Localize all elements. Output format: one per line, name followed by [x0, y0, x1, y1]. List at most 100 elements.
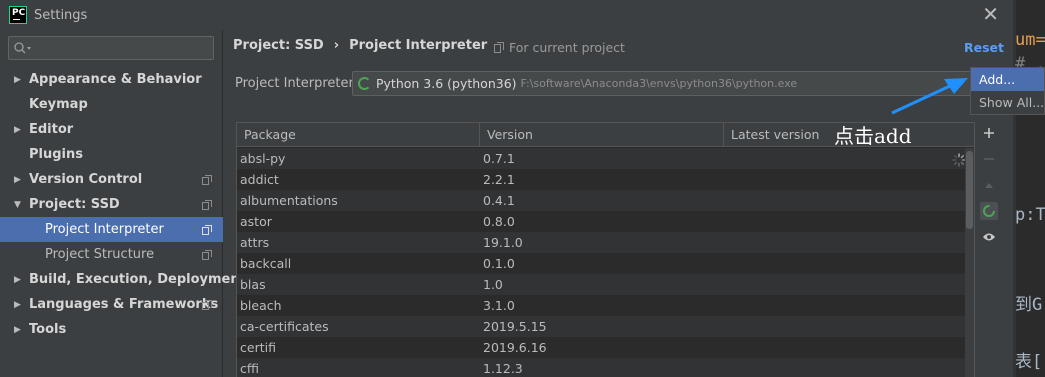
project-scope-icon [202, 175, 212, 185]
cell-package: addict [240, 172, 279, 187]
sidebar-item-appearance-behavior[interactable]: ▶ Appearance & Behavior [0, 67, 223, 92]
triangle-up-icon[interactable] [980, 176, 998, 194]
table-row[interactable]: ca-certificates 2019.5.15 [237, 316, 966, 337]
sidebar-item-label: Version Control [29, 172, 143, 187]
scrollbar-thumb[interactable] [966, 151, 973, 229]
background-editor: um= # . p:T 到G 表[: [1013, 0, 1045, 377]
table-row[interactable]: attrs 19.1.0 [237, 232, 966, 253]
vertical-scrollbar[interactable] [965, 148, 974, 377]
chevron-right-icon[interactable]: ▶ [14, 325, 21, 335]
cell-package: certifi [240, 340, 276, 355]
sidebar-item-version-control[interactable]: ▶ Version Control [0, 167, 223, 192]
interpreter-name: Python 3.6 (python36) [376, 76, 517, 91]
settings-nav: ▶ Appearance & Behavior Keymap ▶ Editor Plugi… [0, 67, 246, 342]
chevron-right-icon[interactable]: ▶ [14, 275, 21, 285]
cell-package: blas [240, 277, 266, 292]
minus-icon[interactable] [980, 150, 998, 168]
copy-icon [494, 42, 504, 53]
for-current-project: For current project [494, 40, 625, 55]
sidebar-item-label: Languages & Frameworks [29, 297, 219, 312]
chevron-right-icon[interactable]: ▶ [14, 175, 21, 185]
cell-package: albumentations [240, 193, 338, 208]
breadcrumb-page: Project Interpreter [349, 38, 488, 53]
table-row[interactable]: albumentations 0.4.1 [237, 190, 966, 211]
editor-line: um= [1015, 30, 1045, 50]
settings-sidebar: ▶ Appearance & Behavior Keymap ▶ Editor Plugi… [0, 30, 246, 377]
settings-dialog: PC Settings ✕ ▶ Appearance & Behavior Keym… [0, 0, 1013, 377]
add-popup-menu: Add... Show All... [970, 67, 1045, 115]
cell-version: 19.1.0 [483, 235, 523, 250]
project-scope-icon [202, 300, 212, 310]
annotation-text: 点击add [834, 124, 912, 148]
cell-version: 2019.6.16 [483, 340, 547, 355]
sidebar-item-label: Build, Execution, Deployment [29, 272, 246, 287]
table-row[interactable]: backcall 0.1.0 [237, 253, 966, 274]
project-scope-icon [202, 225, 212, 235]
sidebar-item-project-structure[interactable]: Project Structure [0, 242, 223, 267]
sidebar-item-label: Editor [29, 122, 74, 137]
sidebar-item-label: Project Structure [45, 247, 155, 262]
menu-item-show-all[interactable]: Show All... [971, 91, 1044, 114]
cell-version: 2.2.1 [483, 172, 515, 187]
interpreter-path: F:\software\Anaconda3\envs\python36\pyth… [520, 77, 798, 90]
sidebar-item-label: Keymap [29, 97, 88, 112]
for-current-project-label: For current project [509, 40, 625, 55]
project-scope-icon [202, 250, 212, 260]
column-header-package[interactable]: Package [237, 123, 480, 147]
chevron-right-icon[interactable]: ▶ [14, 125, 21, 135]
column-header-version[interactable]: Version [480, 123, 724, 147]
breadcrumb: Project: SSD › Project Interpreter [233, 38, 487, 53]
cell-version: 0.7.1 [483, 151, 515, 166]
sidebar-item-project-ssd[interactable]: ▼ Project: SSD [0, 192, 223, 217]
cell-version: 3.1.0 [483, 298, 515, 313]
pycharm-logo-icon: PC [9, 6, 27, 24]
eye-icon[interactable] [980, 228, 998, 246]
settings-search[interactable] [8, 36, 214, 60]
sidebar-item-tools[interactable]: ▶ Tools [0, 317, 223, 342]
table-row[interactable]: absl-py 0.7.1 [237, 148, 966, 169]
table-row[interactable]: certifi 2019.6.16 [237, 337, 966, 358]
cell-version: 0.8.0 [483, 214, 515, 229]
package-toolbar [977, 122, 1001, 272]
editor-line: 到G [1015, 295, 1043, 315]
cell-package: backcall [240, 256, 292, 271]
cell-package: attrs [240, 235, 270, 250]
search-input[interactable] [35, 39, 211, 57]
close-icon[interactable]: ✕ [982, 4, 999, 24]
sidebar-item-plugins[interactable]: Plugins [0, 142, 223, 167]
table-row[interactable]: bleach 3.1.0 [237, 295, 966, 316]
chevron-right-icon[interactable]: ▶ [14, 300, 21, 310]
sidebar-item-build-execution-deployment[interactable]: ▶ Build, Execution, Deployment [0, 267, 246, 292]
cell-version: 1.12.3 [483, 361, 523, 376]
sidebar-item-label: Project: SSD [29, 197, 120, 212]
menu-item-add[interactable]: Add... [971, 68, 1044, 91]
conda-refresh-icon[interactable] [980, 202, 998, 220]
interpreter-select[interactable]: Python 3.6 (python36) F:\software\Anacon… [352, 71, 972, 96]
project-scope-icon [202, 200, 212, 210]
plus-icon[interactable] [980, 124, 998, 142]
packages-table: Package Version Latest version absl-py 0.… [236, 122, 975, 377]
annotation-arrow-icon [891, 78, 968, 115]
editor-line: 表[: [1015, 352, 1045, 372]
cell-package: absl-py [240, 151, 286, 166]
chevron-down-icon[interactable]: ▼ [14, 200, 21, 210]
cell-version: 2019.5.15 [483, 319, 547, 334]
cell-package: cffi [240, 361, 259, 376]
sidebar-item-keymap[interactable]: Keymap [0, 92, 223, 117]
editor-line: p:T [1015, 205, 1045, 225]
table-body: absl-py 0.7.1 addict 2.2.1 albumentations 0.4… [237, 148, 966, 377]
table-row[interactable]: cffi 1.12.3 [237, 358, 966, 377]
table-row[interactable]: addict 2.2.1 [237, 169, 966, 190]
table-row[interactable]: blas 1.0 [237, 274, 966, 295]
sidebar-item-project-interpreter[interactable]: Project Interpreter [0, 217, 223, 242]
chevron-right-icon[interactable]: ▶ [14, 75, 21, 85]
sidebar-item-editor[interactable]: ▶ Editor [0, 117, 223, 142]
loading-spinner-icon [952, 153, 966, 167]
sidebar-item-label: Plugins [29, 147, 83, 162]
breadcrumb-separator: › [333, 38, 340, 53]
table-row[interactable]: astor 0.8.0 [237, 211, 966, 232]
interpreter-label: Project Interpreter: [235, 76, 359, 91]
sidebar-item-languages-frameworks[interactable]: ▶ Languages & Frameworks [0, 292, 223, 317]
reset-link[interactable]: Reset [964, 40, 1004, 55]
breadcrumb-project: Project: SSD [233, 38, 324, 53]
